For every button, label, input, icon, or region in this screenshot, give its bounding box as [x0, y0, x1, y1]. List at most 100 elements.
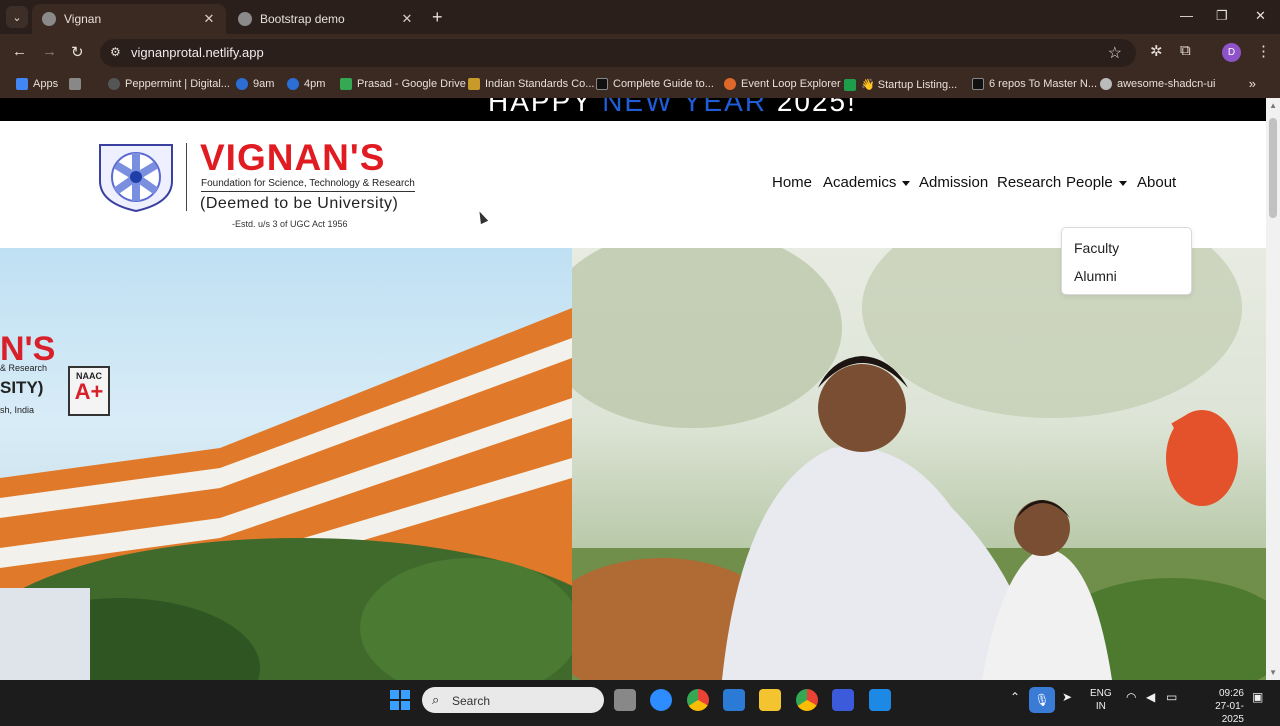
webstorm-icon[interactable] — [832, 689, 854, 711]
tab-bootstrap-demo[interactable]: Bootstrap demo ✕ — [228, 4, 424, 34]
bookmark-startup-listing[interactable]: 👋 Startup Listing... — [844, 78, 957, 91]
bookmark-label: Prasad - Google Drive — [357, 78, 466, 90]
chevron-right-icon[interactable]: » — [1249, 76, 1256, 91]
bookmark-event-loop[interactable]: Event Loop Explorer — [724, 78, 841, 90]
bookmark-indian-standards[interactable]: Indian Standards Co... — [468, 78, 594, 90]
logo-subtitle: Foundation for Science, Technology & Res… — [201, 178, 415, 192]
close-window-icon[interactable]: ✕ — [1255, 8, 1266, 24]
notification-icon[interactable]: ▣ — [1252, 690, 1263, 704]
menu-dots-icon[interactable]: ⋮ — [1256, 42, 1271, 60]
bookmark-tab-groups[interactable] — [69, 78, 86, 90]
caret-down-icon — [902, 180, 911, 186]
dropdown-item-faculty[interactable]: Faculty — [1074, 240, 1119, 256]
back-arrow-icon[interactable]: ← — [12, 43, 27, 60]
grid-icon — [69, 78, 81, 90]
store-icon[interactable] — [723, 689, 745, 711]
scroll-up-icon[interactable]: ▲ — [1269, 101, 1277, 110]
taskbar-search[interactable]: ⌕ Search — [422, 687, 604, 713]
chrome-profile-icon[interactable] — [796, 689, 818, 711]
wifi-icon[interactable]: ◠ — [1126, 690, 1136, 704]
language-indicator[interactable]: ENG IN — [1090, 687, 1112, 713]
extension-icon[interactable]: ✲ — [1150, 42, 1163, 60]
bookmark-complete-guide[interactable]: Complete Guide to... — [596, 78, 714, 90]
windows-taskbar: ⌕ Search ⌃ 🎙 ➤ ENG IN ◠ ◀ ▭ 09:26 27-01-… — [0, 680, 1280, 725]
bookmark-google-drive[interactable]: Prasad - Google Drive — [340, 78, 466, 90]
bookmark-peppermint[interactable]: Peppermint | Digital... — [108, 78, 230, 90]
hero-slide-campus: N'S & Research SITY) sh, India NAAC A+ — [0, 248, 572, 680]
bookmark-label: 4pm — [304, 78, 326, 90]
bookmark-label: 9am — [253, 78, 275, 90]
nav-label: Academics — [823, 174, 897, 191]
new-year-banner: HAPPY NEW YEAR 2025! — [0, 98, 1266, 121]
scroll-thumb[interactable] — [1269, 118, 1277, 218]
location-icon[interactable]: ➤ — [1062, 690, 1072, 704]
chrome-icon[interactable] — [687, 689, 709, 711]
task-view-icon[interactable] — [614, 689, 636, 711]
medium-icon — [596, 78, 608, 90]
restore-icon[interactable]: ❐ — [1216, 8, 1228, 24]
windows-start-icon[interactable] — [389, 689, 411, 711]
logo-estd: -Estd. u/s 3 of UGC Act 1956 — [232, 219, 348, 229]
nav-research[interactable]: Research — [997, 174, 1061, 191]
bookmark-4pm[interactable]: 4pm — [287, 78, 325, 90]
battery-icon[interactable]: ▭ — [1166, 690, 1177, 704]
bookmark-awesome-shadcn[interactable]: awesome-shadcn-ui — [1100, 78, 1215, 90]
logo-divider — [186, 143, 187, 211]
scroll-down-icon[interactable]: ▼ — [1269, 668, 1277, 677]
minimize-icon[interactable]: — — [1180, 8, 1193, 23]
bookmark-favicon — [108, 78, 120, 90]
nav-admission[interactable]: Admission — [919, 174, 988, 191]
banner-text: HAPPY NEW YEAR 2025! — [488, 98, 857, 118]
dropdown-item-alumni[interactable]: Alumni — [1074, 268, 1117, 284]
caret-down-icon — [1118, 180, 1127, 186]
university-emblem-icon[interactable] — [96, 141, 176, 213]
forward-arrow-icon[interactable]: → — [42, 43, 57, 60]
volume-icon[interactable]: ◀ — [1146, 690, 1155, 704]
lang-line: IN — [1095, 701, 1106, 712]
bookmark-apps[interactable]: Apps — [16, 78, 58, 90]
globe-icon — [238, 12, 252, 26]
url-text: vignanprotal.netlify.app — [131, 45, 264, 60]
profile-avatar[interactable]: D — [1222, 43, 1241, 62]
bookmark-label: awesome-shadcn-ui — [1117, 78, 1216, 90]
new-tab-button[interactable]: + — [432, 7, 443, 28]
nav-home[interactable]: Home — [772, 174, 812, 191]
bookmark-star-icon[interactable]: ☆ — [1108, 43, 1122, 63]
bookmark-label: Peppermint | Digital... — [125, 78, 230, 90]
site-info-icon[interactable]: ⚙ — [110, 45, 121, 59]
notepad-icon[interactable] — [869, 689, 891, 711]
file-explorer-icon[interactable] — [759, 689, 781, 711]
reload-icon[interactable]: ↻ — [71, 43, 84, 61]
bookmark-favicon — [468, 78, 480, 90]
bookmark-favicon — [844, 78, 856, 91]
tab-title: Vignan — [64, 12, 102, 26]
nav-academics[interactable]: Academics — [823, 174, 911, 191]
address-bar[interactable]: ⚙ vignanprotal.netlify.app ☆ — [100, 39, 1136, 67]
nav-label: People — [1066, 174, 1113, 191]
site-header: VIGNAN'S Foundation for Science, Technol… — [0, 121, 1266, 295]
drive-icon — [340, 78, 352, 90]
puzzle-icon[interactable]: ⧉ — [1180, 42, 1191, 59]
zoom-icon[interactable] — [650, 689, 672, 711]
banner-part: HAPPY — [488, 98, 603, 117]
chevron-up-icon[interactable]: ⌃ — [1010, 690, 1020, 704]
logo-title: VIGNAN'S — [200, 137, 386, 178]
bookmark-9am[interactable]: 9am — [236, 78, 274, 90]
bookmark-favicon — [724, 78, 736, 90]
banner-part: 2025! — [767, 98, 857, 117]
sign-line: & Research — [0, 363, 48, 373]
bookmark-6-repos[interactable]: 6 repos To Master N... — [972, 78, 1097, 90]
microphone-icon[interactable]: 🎙 — [1029, 687, 1055, 713]
tab-search-button[interactable]: ⌄ — [6, 6, 28, 28]
students-gardening-image — [572, 248, 1266, 680]
nav-people[interactable]: People — [1066, 174, 1127, 191]
close-tab-icon[interactable]: ✕ — [400, 11, 414, 27]
bookmark-favicon — [287, 78, 299, 90]
close-tab-icon[interactable]: ✕ — [202, 11, 216, 27]
system-clock[interactable]: 09:26 27-01-2025 — [1206, 687, 1244, 726]
tab-vignan[interactable]: Vignan ✕ — [32, 4, 226, 34]
bookmark-label: 6 repos To Master N... — [989, 78, 1098, 90]
globe-icon — [42, 12, 56, 26]
page-scrollbar[interactable]: ▲ ▼ — [1266, 98, 1280, 680]
nav-about[interactable]: About — [1137, 174, 1176, 191]
